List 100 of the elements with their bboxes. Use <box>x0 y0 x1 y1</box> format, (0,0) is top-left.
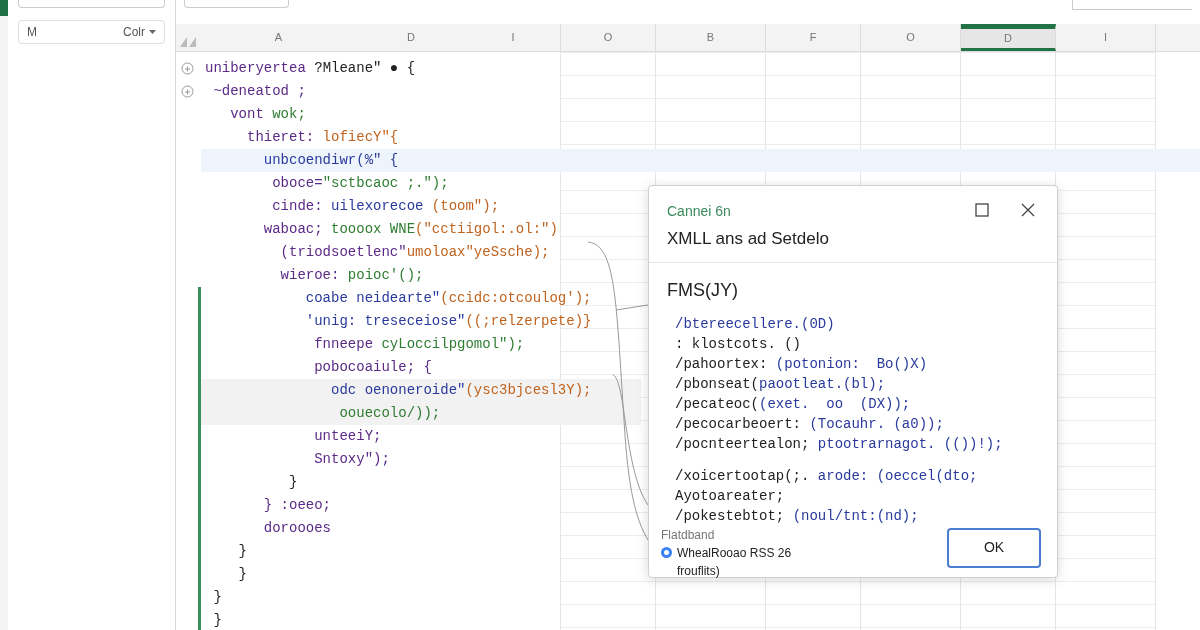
code-line[interactable]: Sntoxy"); <box>201 448 641 471</box>
code-token: /pecateoc( <box>675 394 759 414</box>
toolbar-field[interactable] <box>184 0 289 8</box>
code-line[interactable]: vont wok; <box>201 103 641 126</box>
code-token: ~deneatod ; <box>212 82 306 101</box>
code-token: /pahoortex: <box>675 354 769 374</box>
close-icon[interactable] <box>1021 203 1035 217</box>
code-token: fnneepe <box>313 335 374 354</box>
code-line[interactable]: waboac; toooox WNE("cctiigol:.ol:") <box>201 218 641 241</box>
toolbar-field[interactable] <box>1072 0 1192 10</box>
code-token: unbcoendiwr(%" { <box>262 151 399 170</box>
code-token: /btereecellere.(0D) <box>675 314 835 334</box>
code-token: cinde: <box>271 197 323 216</box>
code-line[interactable]: } <box>201 609 641 630</box>
code-token: ?Mleane" ● { <box>313 59 416 78</box>
code-token: /pbonseat( <box>675 374 759 394</box>
code-token: oouecolo/)); <box>338 404 441 423</box>
code-line[interactable]: } :oeeo; <box>201 494 641 517</box>
code-token: (noul/tnt:(nd); <box>792 506 919 526</box>
code-token: (ccidc:otcoulog'); <box>440 289 592 308</box>
code-token: (potonion: Bo()X) <box>775 354 928 374</box>
code-token: wieroe: <box>279 266 340 285</box>
code-token: } <box>212 611 222 630</box>
code-token: /pecocarbeoert: <box>675 414 803 434</box>
code-token: uniberyertea <box>205 59 306 78</box>
gutter-marker-icon[interactable] <box>180 85 194 98</box>
code-token: arode: (oeccel(dto; <box>817 466 978 486</box>
code-line[interactable]: } <box>201 563 641 586</box>
code-token: ptootrarnagot. (())!); <box>817 434 1003 454</box>
code-token: } <box>237 565 247 584</box>
search-field[interactable] <box>18 0 165 8</box>
code-token: unteeiY; <box>313 427 382 446</box>
select-all-icon[interactable] <box>180 35 198 47</box>
radio-option[interactable]: WhealRooao RSS 26 <box>661 543 792 562</box>
code-token: "sctbcaoc ;."); <box>322 174 449 193</box>
column-header[interactable]: I <box>466 24 561 51</box>
code-line[interactable]: uniberyertea ?Mleane" ● { <box>201 57 641 80</box>
code-token: /xoicertootap(;. <box>675 466 811 486</box>
column-header[interactable]: I <box>1056 24 1156 51</box>
code-line[interactable]: doroooes <box>201 517 641 540</box>
column-header[interactable]: O <box>561 24 656 51</box>
caret-icon <box>149 30 156 34</box>
code-line[interactable]: unteeiY; <box>201 425 641 448</box>
code-token: Ayotoareater; <box>675 486 785 506</box>
code-token: ((;relzerpete)} <box>465 312 592 331</box>
column-header[interactable]: D <box>961 24 1056 51</box>
section-heading: FMS(JY) <box>667 278 739 302</box>
code-token: vont <box>229 105 264 124</box>
code-token: (toom"); <box>430 197 500 216</box>
dialog-subtitle: Cannei 6n <box>667 202 732 221</box>
code-line[interactable]: wieroe: poioc'(); <box>201 264 641 287</box>
column-header[interactable]: A <box>201 24 356 51</box>
code-token: toooox WNE <box>330 220 416 239</box>
code-line[interactable]: } <box>201 471 641 494</box>
code-line[interactable]: } <box>201 586 641 609</box>
code-token: umoloax"yeSsche); <box>406 243 550 262</box>
code-line[interactable]: fnneepe cyLoccilpgomol"); <box>201 333 641 356</box>
code-line[interactable]: } <box>201 540 641 563</box>
code-line[interactable]: thieret: lofiecY"{ <box>201 126 641 149</box>
code-token: paootleat.(bl); <box>759 374 886 394</box>
code-token: odc oenoneroide" <box>330 381 466 400</box>
gutter-marker-icon[interactable] <box>180 62 194 75</box>
code-token: wok; <box>271 105 306 124</box>
code-token: } :oeeo; <box>262 496 332 515</box>
code-token: /pokestebtot; <box>675 506 786 526</box>
code-line[interactable]: 'unig: treseceiose"((;relzerpete)} <box>201 310 641 333</box>
code-token: doroooes <box>262 519 332 538</box>
code-token: ("cctiigol:.ol:") <box>415 220 558 239</box>
code-token: oboce= <box>271 174 323 193</box>
code-token: poioc'(); <box>346 266 424 285</box>
code-line[interactable]: coabe neidearte"(ccidc:otcoulog'); <box>201 287 641 310</box>
code-line[interactable]: cinde: uilexorecoe (toom"); <box>201 195 641 218</box>
maximize-icon[interactable] <box>975 203 989 217</box>
code-token: waboac; <box>262 220 323 239</box>
code-token: Sntoxy"); <box>313 450 390 469</box>
ok-button[interactable]: OK <box>947 527 1041 568</box>
code-token: cyLoccilpgomol"); <box>380 335 525 354</box>
code-token: : klostcots. () <box>675 334 802 354</box>
dialog-title: XMLL ans ad Setdelo <box>667 228 829 250</box>
code-token: } <box>237 542 247 561</box>
column-header[interactable]: D <box>356 24 466 51</box>
code-token: } <box>288 473 298 492</box>
code-token: uilexorecoe <box>330 197 424 216</box>
group-label: Flatdband <box>661 526 716 544</box>
code-token: } <box>212 588 222 607</box>
filter-dropdown[interactable]: M Colr <box>18 20 165 44</box>
code-token: coabe neidearte" <box>304 289 441 308</box>
code-token: thieret: <box>246 128 315 147</box>
code-token: (exet. oo (DX)); <box>759 394 911 414</box>
option-note: frouflits) <box>676 562 721 580</box>
code-line[interactable]: oboce="sctbcaoc ;."); <box>201 172 641 195</box>
column-header[interactable]: B <box>656 24 766 51</box>
code-token: 'unig: treseceiose" <box>304 312 466 331</box>
app-strip <box>0 0 8 16</box>
code-token: (triodsoetlenc" <box>279 243 407 262</box>
code-line[interactable]: (triodsoetlenc"umoloax"yeSsche); <box>201 241 641 264</box>
column-header[interactable]: F <box>766 24 861 51</box>
code-token: (Tocauhr. (a0)); <box>809 414 944 434</box>
code-line[interactable]: ~deneatod ; <box>201 80 641 103</box>
code-line[interactable]: pobocoaiule; { <box>201 356 641 379</box>
